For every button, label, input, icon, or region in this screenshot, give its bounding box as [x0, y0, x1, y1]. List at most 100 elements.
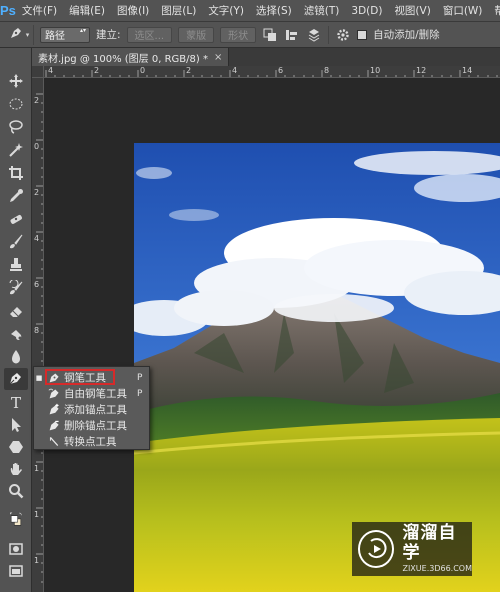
menu-type[interactable]: 文字(Y) — [202, 0, 250, 22]
type-icon: T — [10, 394, 21, 412]
ruler-label: 1 — [34, 510, 40, 519]
ruler-label: 2 — [94, 66, 100, 75]
ruler-label: 1 — [34, 464, 40, 473]
quick-mask-icon[interactable] — [4, 538, 28, 560]
make-shape-button[interactable]: 形状 — [220, 26, 257, 43]
make-mask-button[interactable]: 蒙版 — [178, 26, 215, 43]
ruler-label: 1 — [34, 556, 40, 565]
tool-preset-picker[interactable]: ▾ — [4, 24, 34, 45]
vertical-ruler[interactable]: 2 0 2 4 6 8 1 1 1 — [32, 78, 44, 592]
move-icon[interactable] — [4, 70, 28, 92]
close-icon[interactable]: × — [214, 52, 222, 63]
tools-panel: T — [0, 48, 32, 592]
photoshop-logo: Ps — [0, 3, 16, 18]
menu-bar: Ps 文件(F) 编辑(E) 图像(I) 图层(L) 文字(Y) 选择(S) 滤… — [0, 0, 500, 22]
ruler-label: 6 — [34, 280, 40, 289]
ruler-label: 4 — [232, 66, 238, 75]
selected-indicator: ■ — [35, 373, 43, 382]
ruler-label: 4 — [48, 66, 54, 75]
menu-window[interactable]: 窗口(W) — [437, 0, 489, 22]
convert-point-icon — [44, 435, 64, 449]
menu-edit[interactable]: 编辑(E) — [63, 0, 111, 22]
auto-add-delete-checkbox[interactable] — [357, 29, 368, 40]
ruler-label: 10 — [370, 66, 381, 75]
menu-view[interactable]: 视图(V) — [388, 0, 436, 22]
brush-icon[interactable] — [4, 231, 28, 253]
menu-help[interactable]: 帮助 — [488, 0, 500, 22]
delete-anchor-point-icon — [44, 419, 64, 433]
ruler-label: 2 — [186, 66, 192, 75]
add-anchor-point-icon — [44, 403, 64, 417]
document-title: 素材.jpg @ 100% (图层 0, RGB/8) * — [38, 53, 208, 65]
menu-image[interactable]: 图像(I) — [111, 0, 155, 22]
pen-icon — [8, 370, 24, 389]
crop-icon[interactable] — [4, 162, 28, 184]
ruler-label: 14 — [462, 66, 473, 75]
ruler-label: 2 — [34, 96, 40, 105]
ruler-origin[interactable] — [32, 66, 44, 78]
ruler-label: 4 — [34, 234, 40, 243]
healing-brush-icon[interactable] — [4, 208, 28, 230]
ruler-label: 12 — [416, 66, 427, 75]
menu-filter[interactable]: 滤镜(T) — [298, 0, 346, 22]
gradient-icon[interactable] — [4, 323, 28, 345]
ruler-label: 6 — [278, 66, 284, 75]
eyedropper-icon[interactable] — [4, 185, 28, 207]
magic-wand-icon[interactable] — [4, 139, 28, 161]
red-highlight-box — [45, 369, 115, 385]
watermark: 溜溜自学 ZIXUE.3D66.COM — [352, 522, 472, 576]
type-tool-button[interactable]: T — [4, 392, 28, 414]
hand-icon[interactable] — [4, 458, 28, 480]
play-logo-icon — [358, 530, 395, 568]
menu-item-freeform-pen-tool[interactable]: 自由钢笔工具 P — [34, 386, 151, 401]
ruler-label: 0 — [34, 142, 40, 151]
menu-item-convert-point-tool[interactable]: 转换点工具 — [34, 434, 151, 449]
marquee-icon[interactable] — [4, 93, 28, 115]
pen-tool-button[interactable] — [4, 368, 28, 390]
path-alignment-icon[interactable] — [284, 27, 300, 43]
gear-icon[interactable] — [335, 27, 351, 43]
eraser-icon[interactable] — [4, 300, 28, 322]
menu-item-label: 删除锚点工具 — [64, 420, 127, 432]
menu-3d[interactable]: 3D(D) — [345, 0, 388, 22]
chevron-down-icon: ▾ — [25, 30, 30, 39]
menu-item-add-anchor-point-tool[interactable]: 添加锚点工具 — [34, 402, 151, 417]
lasso-icon[interactable] — [4, 116, 28, 138]
freeform-pen-icon — [44, 387, 64, 401]
menu-layer[interactable]: 图层(L) — [155, 0, 202, 22]
blur-icon[interactable] — [4, 346, 28, 368]
options-divider — [328, 25, 330, 44]
canvas-area[interactable] — [44, 78, 500, 592]
path-selection-icon[interactable] — [4, 414, 28, 436]
screen-mode-icon[interactable] — [4, 560, 28, 582]
shortcut-key: P — [137, 388, 143, 399]
clone-stamp-icon[interactable] — [4, 254, 28, 276]
history-brush-icon[interactable] — [4, 277, 28, 299]
shortcut-key: P — [137, 372, 143, 383]
zoom-icon[interactable] — [4, 480, 28, 502]
horizontal-ruler[interactable]: 4 2 0 2 4 6 8 10 12 14 — [44, 66, 500, 78]
make-selection-button[interactable]: 选区... — [126, 26, 173, 43]
pen-icon — [8, 25, 24, 44]
ruler-label: 8 — [324, 66, 330, 75]
menu-item-label: 自由钢笔工具 — [64, 388, 127, 400]
ruler-label: 0 — [140, 66, 146, 75]
build-label: 建立: — [96, 29, 121, 41]
auto-add-delete-label: 自动添加/删除 — [373, 29, 440, 41]
ruler-label: 8 — [34, 326, 40, 335]
menu-item-label: 转换点工具 — [64, 436, 117, 448]
menu-select[interactable]: 选择(S) — [250, 0, 298, 22]
path-arrangement-icon[interactable] — [306, 27, 322, 43]
menu-file[interactable]: 文件(F) — [16, 0, 63, 22]
color-swatches-icon[interactable] — [4, 504, 28, 536]
pen-tool-flyout: ■ 钢笔工具 P 自由钢笔工具 P 添加锚点工具 删除锚点工具 转换点工具 — [33, 366, 150, 450]
document-tab[interactable]: 素材.jpg @ 100% (图层 0, RGB/8) * × — [32, 48, 230, 66]
ruler-label: 2 — [34, 188, 40, 197]
path-operations-icon[interactable] — [262, 27, 278, 43]
shape-icon[interactable] — [4, 436, 28, 458]
pen-mode-select[interactable]: 路径 — [40, 26, 90, 43]
menu-item-delete-anchor-point-tool[interactable]: 删除锚点工具 — [34, 418, 151, 433]
watermark-title: 溜溜自学 — [402, 523, 457, 563]
document-tab-bar: 素材.jpg @ 100% (图层 0, RGB/8) * × — [32, 48, 500, 66]
options-bar: ▾ 路径 建立: 选区... 蒙版 形状 自动添加/删除 — [0, 22, 500, 48]
